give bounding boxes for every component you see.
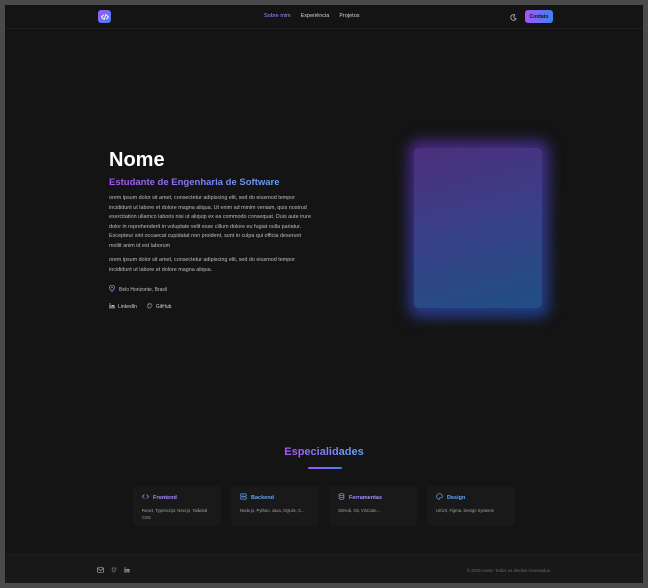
location: Belo Horizonte, Brasil <box>109 284 168 294</box>
profile-photo <box>414 148 542 308</box>
palette-icon <box>436 493 443 502</box>
card-description: GitHub, Git, VSCode... <box>338 508 381 513</box>
card-title: Ferramentas <box>349 494 383 501</box>
nav-experience[interactable]: Experiência <box>301 13 330 19</box>
logo[interactable] <box>98 10 111 23</box>
card-description: UI/UX, Figma, Design Systems <box>436 508 494 513</box>
database-icon <box>338 493 345 502</box>
map-pin-icon <box>109 284 115 294</box>
specialty-card-design: Design UI/UX, Figma, Design Systems <box>427 486 515 526</box>
specialties-underline <box>308 467 342 469</box>
site-header: Sobre mim Experiência Projetos Contato <box>5 5 643 29</box>
card-title: Design <box>447 494 466 501</box>
linkedin-icon <box>109 303 115 311</box>
page: Sobre mim Experiência Projetos Contato N… <box>5 5 643 583</box>
copyright-text: © 2025 nome. Todos os direitos reservado… <box>466 568 551 573</box>
card-title: Backend <box>251 494 274 501</box>
nav-projects[interactable]: Projetos <box>339 13 359 19</box>
moon-icon <box>509 8 517 26</box>
theme-toggle-button[interactable] <box>508 12 518 22</box>
card-description: React, TypeScript, Next.js, Tailwind CSS <box>142 508 208 520</box>
card-description: Node.js, Python, Java, SQLite, C... <box>240 508 305 513</box>
footer-social-icons <box>97 566 130 573</box>
linkedin-icon[interactable] <box>123 566 130 573</box>
code-icon <box>100 8 109 26</box>
main-nav: Sobre mim Experiência Projetos <box>264 13 360 19</box>
github-label: GitHub <box>155 304 172 310</box>
bio-paragraph-1: orem ipsum dolor sit amet, consectetur a… <box>109 195 311 249</box>
specialty-card-frontend: Frontend React, TypeScript, Next.js, Tai… <box>133 486 221 526</box>
specialties-title: Especialidades <box>284 446 364 458</box>
linkedin-label: LinkedIn <box>118 304 137 310</box>
contact-button[interactable]: Contato <box>525 10 553 23</box>
hero-role: Estudante de Engenharia de Software <box>109 177 280 188</box>
linkedin-link[interactable]: LinkedIn <box>109 303 137 311</box>
hero-name: Nome <box>109 149 165 171</box>
bio-paragraph-2: orem ipsum dolor sit amet, consectetur a… <box>109 257 296 273</box>
code-icon <box>142 493 149 502</box>
github-icon <box>147 303 153 311</box>
specialty-card-backend: Backend Node.js, Python, Java, SQLite, C… <box>231 486 319 526</box>
location-text: Belo Horizonte, Brasil <box>119 286 168 293</box>
mail-icon[interactable] <box>97 566 104 573</box>
card-title: Frontend <box>153 494 177 501</box>
github-icon[interactable] <box>110 566 117 573</box>
social-links: LinkedIn GitHub <box>109 303 171 311</box>
specialties-cards: Frontend React, TypeScript, Next.js, Tai… <box>133 486 515 526</box>
nav-about[interactable]: Sobre mim <box>264 13 291 19</box>
specialty-card-tools: Ferramentas GitHub, Git, VSCode... <box>329 486 417 526</box>
github-link[interactable]: GitHub <box>147 303 172 311</box>
site-footer: © 2025 nome. Todos os direitos reservado… <box>5 554 643 583</box>
server-icon <box>240 493 247 502</box>
